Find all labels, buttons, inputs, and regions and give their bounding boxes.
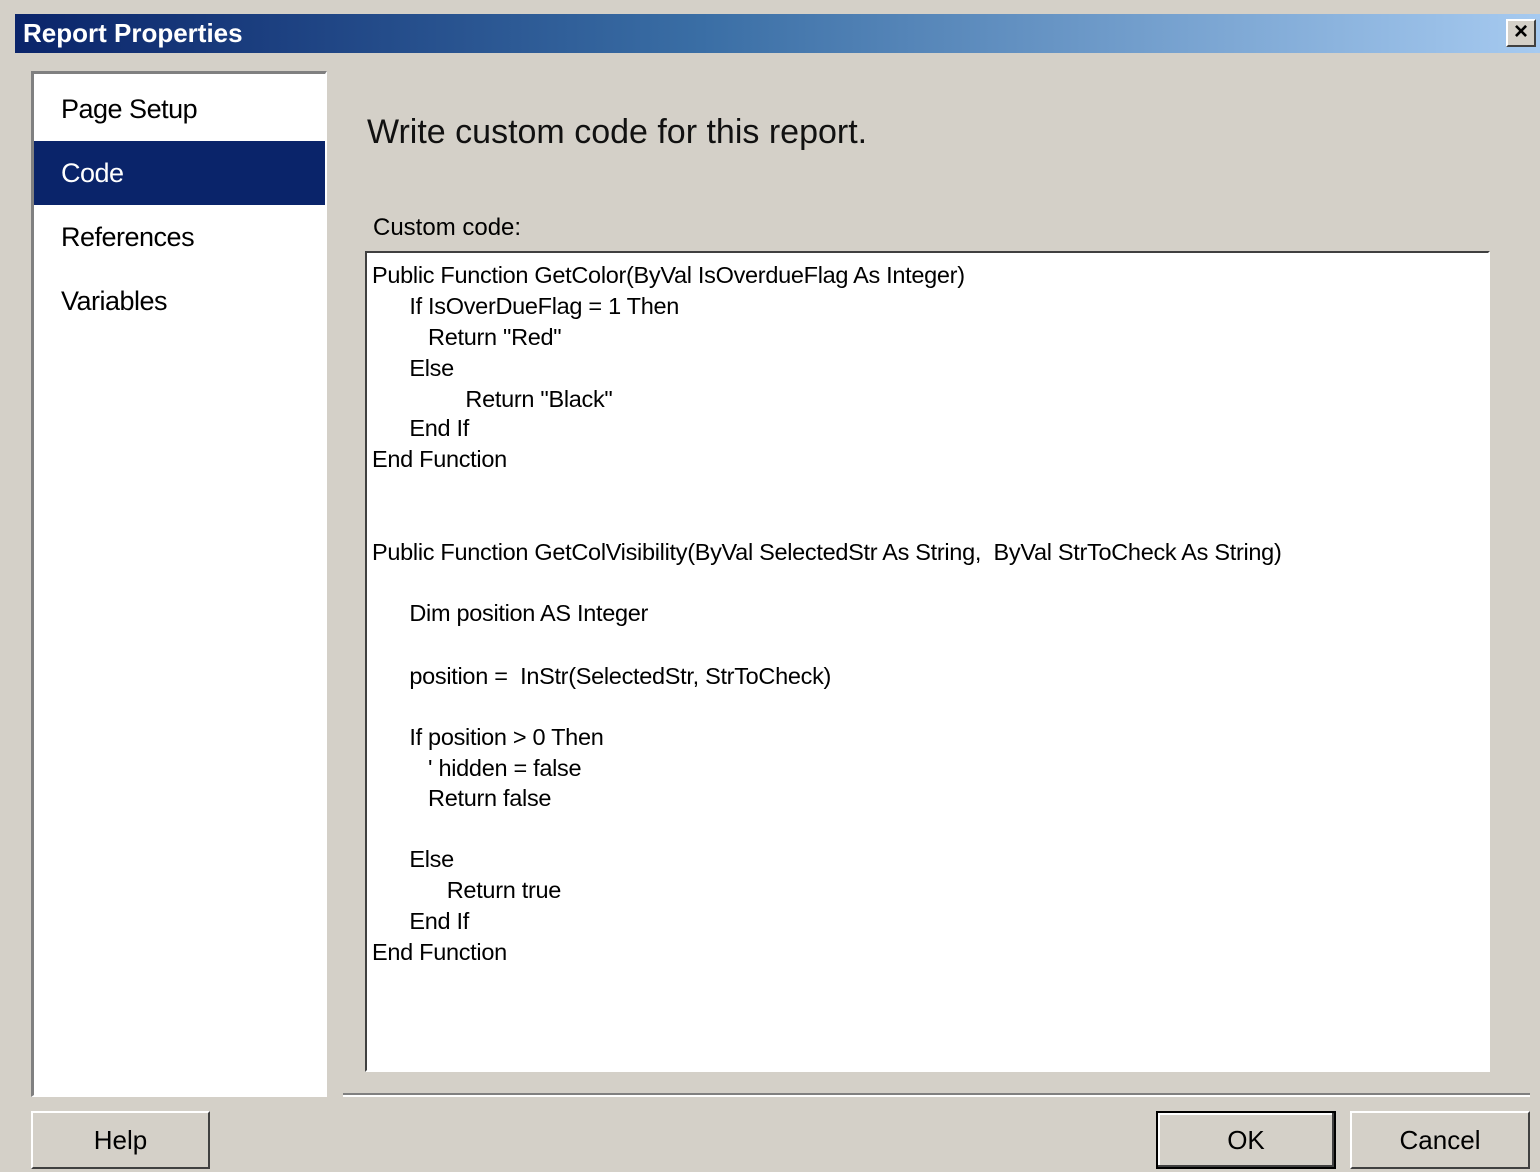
nav-item-code[interactable]: Code (34, 141, 325, 205)
code-line: Return true (372, 877, 562, 903)
code-line: Return "Red" (372, 324, 562, 350)
nav-item-page-setup[interactable]: Page Setup (34, 77, 325, 141)
page-heading: Write custom code for this report. (367, 113, 868, 151)
code-line: End Function (372, 939, 507, 965)
code-line: End If (372, 415, 469, 441)
code-line: Dim position AS Integer (372, 600, 649, 626)
code-line: Return false (372, 785, 552, 811)
close-button[interactable]: × (1506, 19, 1536, 47)
code-line: Public Function GetColor(ByVal IsOverdue… (372, 262, 965, 288)
code-line: If IsOverDueFlag = 1 Then (372, 293, 680, 319)
close-icon: × (1513, 18, 1528, 45)
nav-item-variables[interactable]: Variables (34, 269, 325, 333)
nav-item-references[interactable]: References (34, 205, 325, 269)
code-line: Else (372, 355, 454, 381)
custom-code-editor[interactable]: Public Function GetColor(ByVal IsOverdue… (365, 251, 1490, 1072)
custom-code-label: Custom code: (373, 214, 522, 241)
code-line: Return "Black" (372, 386, 613, 412)
title-bar: Report Properties × (15, 14, 1540, 53)
footer-separator (343, 1093, 1530, 1097)
ok-button[interactable]: OK (1156, 1111, 1336, 1169)
code-line: position = InStr(SelectedStr, StrToCheck… (372, 663, 832, 689)
code-line: Public Function GetColVisibility(ByVal S… (372, 539, 1282, 565)
code-line: End If (372, 908, 469, 934)
cancel-button[interactable]: Cancel (1350, 1111, 1530, 1169)
code-line: ' hidden = false (372, 755, 582, 781)
code-line: If position > 0 Then (372, 724, 604, 750)
window-title: Report Properties (23, 18, 243, 48)
code-line: End Function (372, 446, 507, 472)
property-nav-list: Page Setup Code References Variables (31, 71, 327, 1097)
code-line: Else (372, 846, 454, 872)
help-button[interactable]: Help (31, 1111, 210, 1169)
